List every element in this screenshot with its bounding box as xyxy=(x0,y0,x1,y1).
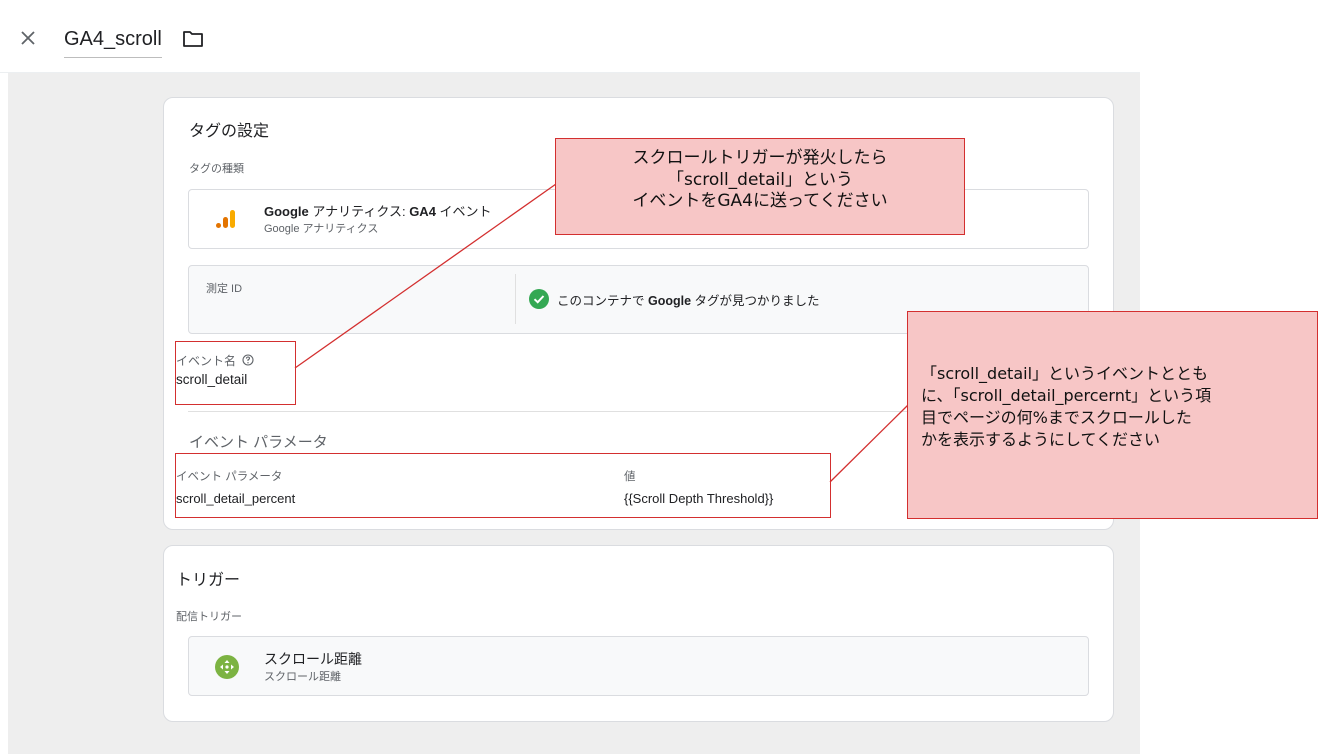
firing-triggers-label: 配信トリガー xyxy=(176,611,242,623)
close-icon[interactable] xyxy=(16,26,40,50)
trigger-item[interactable]: スクロール距離 スクロール距離 xyxy=(188,636,1089,696)
tag-name-field[interactable]: GA4_scroll xyxy=(64,28,162,58)
trigger-heading: トリガー xyxy=(176,572,241,589)
measurement-status: このコンテナで Google タグが見つかりました xyxy=(557,294,820,308)
annotation-note-2-line: 目でページの何%までスクロールした xyxy=(921,408,1192,427)
trigger-card[interactable]: トリガー 配信トリガー スクロール距離 スクロール距離 xyxy=(163,545,1114,722)
annotation-note-2: 「scroll_detail」というイベントととも に、「scroll_deta… xyxy=(907,311,1318,519)
tag-type-name: Google アナリティクス: GA4 イベント xyxy=(264,204,492,219)
trigger-name: スクロール距離 xyxy=(264,651,362,667)
annotation-note-2-line: に、「scroll_detail_percernt」という項 xyxy=(921,386,1212,405)
scroll-trigger-icon xyxy=(215,655,239,679)
column-divider xyxy=(515,274,516,324)
event-params-heading: イベント パラメータ xyxy=(189,434,328,451)
folder-icon[interactable] xyxy=(182,29,204,49)
check-circle-icon xyxy=(529,289,549,309)
annotation-note-1-line: 「scroll_detail」という xyxy=(667,169,853,190)
tag-type-subtitle: Google アナリティクス xyxy=(264,223,379,235)
annotation-note-1-line: スクロールトリガーが発火したら xyxy=(632,148,888,168)
annotation-note-1-line: イベントをGA4に送ってください xyxy=(632,191,888,211)
measurement-id-label: 測定 ID xyxy=(206,283,243,295)
event-name-highlight xyxy=(175,341,296,405)
tag-type-label: タグの種類 xyxy=(189,163,244,175)
trigger-subtitle: スクロール距離 xyxy=(264,671,341,683)
tag-config-heading: タグの設定 xyxy=(189,123,270,140)
top-bar: GA4_scroll xyxy=(0,0,1140,73)
event-params-highlight xyxy=(175,453,831,518)
annotation-note-2-line: かを表示するようにしてください xyxy=(921,430,1161,449)
annotation-note-2-line: 「scroll_detail」というイベントととも xyxy=(921,364,1209,383)
annotation-note-1: スクロールトリガーが発火したら 「scroll_detail」という イベントを… xyxy=(555,138,965,235)
google-analytics-icon xyxy=(216,210,235,228)
